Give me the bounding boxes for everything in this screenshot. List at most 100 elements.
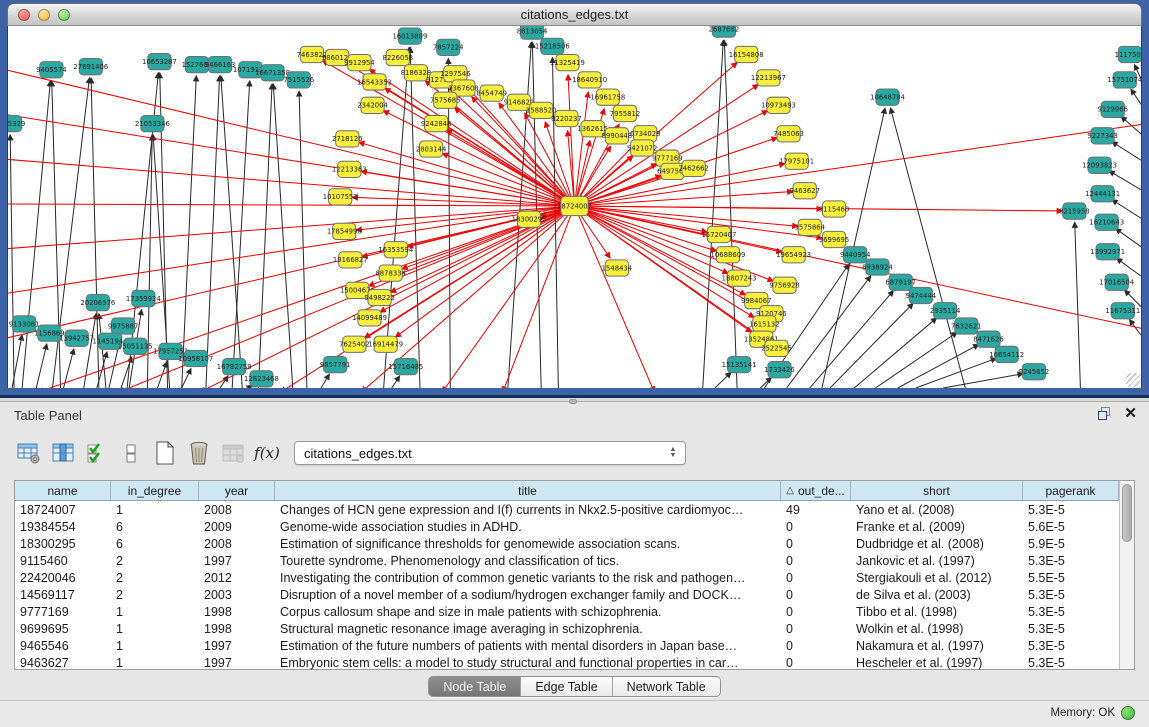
table-cell[interactable]: 2003: [199, 588, 275, 602]
table-cell[interactable]: 2008: [199, 537, 275, 551]
graph-node[interactable]: 8938924: [862, 259, 893, 275]
table-row[interactable]: 1872400712008Changes of HCN gene express…: [15, 501, 1119, 518]
table-cell[interactable]: Tourette syndrome. Phenomenology and cla…: [275, 554, 781, 568]
table-cell[interactable]: 9777169: [15, 605, 111, 619]
graph-node[interactable]: 7632621: [951, 318, 982, 334]
table-cell[interactable]: 2008: [199, 503, 275, 517]
canvas-resize-grip[interactable]: [1126, 373, 1140, 387]
table-cell[interactable]: 0: [781, 554, 851, 568]
graph-node[interactable]: 7955812: [610, 105, 641, 121]
table-cell[interactable]: Estimation of the future numbers of pati…: [275, 639, 781, 653]
table-row[interactable]: 1938455462009Genome-wide association stu…: [15, 518, 1119, 535]
graph-node[interactable]: 9115460: [819, 201, 850, 217]
table-cell[interactable]: 1: [111, 605, 199, 619]
graph-node[interactable]: 9975887: [108, 318, 139, 334]
table-cell[interactable]: 9699695: [15, 622, 111, 636]
graph-node[interactable]: 11325419: [550, 54, 585, 70]
graph-node[interactable]: 15135141: [722, 356, 757, 372]
graph-node[interactable]: 12444131: [1085, 186, 1120, 202]
graph-node[interactable]: 7625402: [339, 336, 370, 352]
graph-node[interactable]: 16013809: [392, 28, 427, 44]
graph-node[interactable]: 8990448: [602, 128, 633, 144]
graph-node[interactable]: 2803144: [416, 141, 447, 157]
graph-node[interactable]: 1615132: [749, 316, 780, 332]
column-header-title[interactable]: title: [275, 481, 781, 500]
graph-node[interactable]: 21053346: [135, 115, 170, 131]
graph-node[interactable]: 9129966: [1097, 101, 1128, 117]
table-cell[interactable]: 0: [781, 622, 851, 636]
graph-node[interactable]: 2522545: [761, 340, 792, 356]
table-cell[interactable]: 5.6E-5: [1023, 520, 1119, 534]
graph-node[interactable]: 9474444: [906, 287, 937, 303]
graph-node[interactable]: 10107552: [323, 189, 358, 205]
graph-node[interactable]: 7462662: [678, 160, 709, 176]
table-cell[interactable]: 0: [781, 605, 851, 619]
graph-node[interactable]: 2055329: [8, 115, 25, 131]
graph-node[interactable]: 9857791: [320, 356, 351, 372]
graph-node[interactable]: 16154808: [729, 46, 764, 62]
table-cell[interactable]: Hescheler et al. (1997): [851, 656, 1023, 670]
table-cell[interactable]: 19384554: [15, 520, 111, 534]
graph-node[interactable]: 12213363: [332, 161, 367, 177]
table-cell[interactable]: 9465546: [15, 639, 111, 653]
table-cell[interactable]: de Silva et al. (2003): [851, 588, 1023, 602]
table-cell[interactable]: 2009: [199, 520, 275, 534]
table-cell[interactable]: Stergiakouli et al. (2012): [851, 571, 1023, 585]
graph-node[interactable]: 11675311: [1105, 303, 1140, 319]
table-cell[interactable]: Estimation of significance thresholds fo…: [275, 537, 781, 551]
table-cell[interactable]: 0: [781, 571, 851, 585]
table-cell[interactable]: 2: [111, 588, 199, 602]
table-mode-icon[interactable]: [14, 438, 44, 468]
table-cell[interactable]: 18724007: [15, 503, 111, 517]
tab-edge-table[interactable]: Edge Table: [520, 677, 611, 696]
graph-node[interactable]: 17359924: [126, 290, 161, 306]
table-cell[interactable]: 5.5E-5: [1023, 571, 1119, 585]
graph-node[interactable]: 8878334: [375, 265, 406, 281]
graph-node[interactable]: 16353594: [378, 242, 413, 258]
float-panel-icon[interactable]: [1098, 407, 1112, 421]
table-cell[interactable]: 1997: [199, 639, 275, 653]
unselect-all-icon[interactable]: [116, 438, 146, 468]
network-graph[interactable]: 1872400782260588186328912750812975462367…: [8, 26, 1141, 388]
table-cell[interactable]: 1997: [199, 554, 275, 568]
table-cell[interactable]: 2: [111, 571, 199, 585]
graph-node[interactable]: 13992971: [1090, 244, 1125, 260]
show-columns-icon[interactable]: [48, 438, 78, 468]
table-row[interactable]: 969969511998Structural magnetic resonanc…: [15, 620, 1119, 637]
graph-node[interactable]: 15751074: [1107, 72, 1141, 88]
graph-node[interactable]: 17016504: [1099, 274, 1134, 290]
table-cell[interactable]: 2: [111, 554, 199, 568]
table-cell[interactable]: 5.3E-5: [1023, 554, 1119, 568]
graph-node[interactable]: 17975101: [779, 153, 814, 169]
graph-node[interactable]: 2687682: [709, 26, 740, 37]
minimize-window-button[interactable]: [38, 9, 50, 21]
graph-node[interactable]: 9498222: [364, 289, 395, 305]
table-cell[interactable]: 1: [111, 503, 199, 517]
graph-node[interactable]: 8813054: [517, 26, 548, 39]
table-cell[interactable]: Changes of HCN gene expression and I(f) …: [275, 503, 781, 517]
new-table-icon[interactable]: [150, 438, 180, 468]
column-header-in_degree[interactable]: in_degree: [111, 481, 199, 500]
graph-node[interactable]: 16543352: [357, 74, 392, 90]
graph-node[interactable]: 2935114: [930, 303, 961, 319]
column-header-name[interactable]: name: [15, 481, 111, 500]
table-cell[interactable]: 0: [781, 537, 851, 551]
graph-node[interactable]: 1117501: [1115, 46, 1141, 62]
table-row[interactable]: 2242004622012Investigating the contribut…: [15, 569, 1119, 586]
graph-node[interactable]: 7515526: [284, 72, 315, 88]
table-cell[interactable]: 5.3E-5: [1023, 622, 1119, 636]
table-cell[interactable]: 1: [111, 656, 199, 670]
graph-node[interactable]: 17854998: [327, 223, 362, 239]
column-header-short[interactable]: short: [851, 481, 1023, 500]
table-cell[interactable]: Corpus callosum shape and size in male p…: [275, 605, 781, 619]
table-cell[interactable]: 9115460: [15, 554, 111, 568]
table-cell[interactable]: 18300295: [15, 537, 111, 551]
table-cell[interactable]: 6: [111, 520, 199, 534]
memory-ok-indicator-icon[interactable]: [1121, 706, 1135, 720]
table-cell[interactable]: 2012: [199, 571, 275, 585]
graph-node[interactable]: 1733426: [764, 362, 795, 378]
table-cell[interactable]: Structural magnetic resonance image aver…: [275, 622, 781, 636]
table-cell[interactable]: 1: [111, 639, 199, 653]
table-cell[interactable]: Disruption of a novel member of a sodium…: [275, 588, 781, 602]
table-cell[interactable]: Nakamura et al. (1997): [851, 639, 1023, 653]
